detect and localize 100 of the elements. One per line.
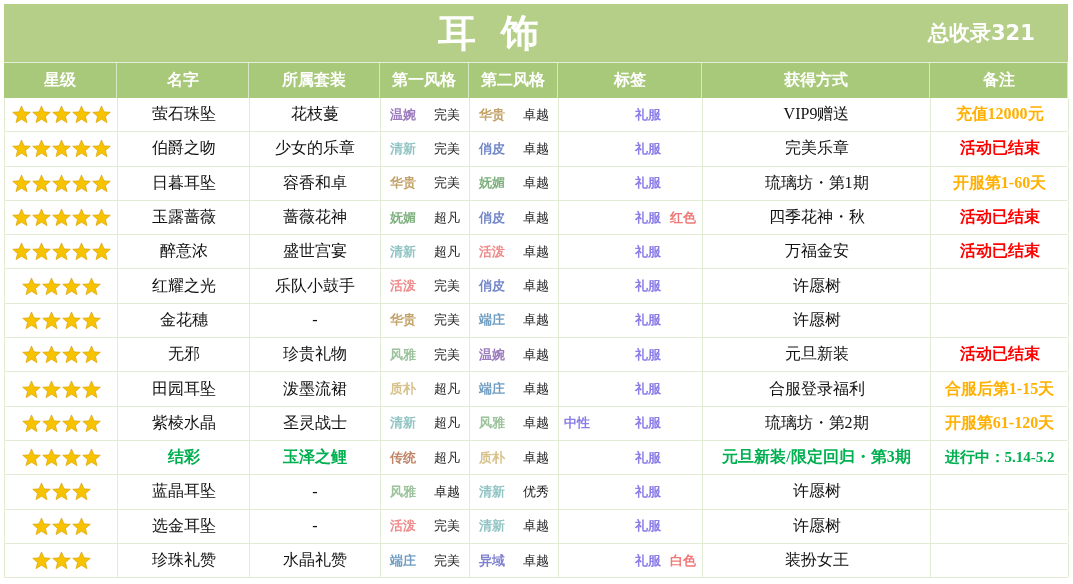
- column-header: 获得方式: [702, 63, 930, 98]
- style-tag: 清新: [470, 517, 514, 536]
- style-rating: 卓越: [522, 380, 550, 398]
- star-icon: [21, 276, 41, 296]
- style-rating: 卓越: [522, 345, 550, 364]
- star-icon: [71, 551, 91, 570]
- remark: 活动已结束: [959, 344, 1040, 365]
- star-icon: [31, 105, 51, 125]
- color-tag: 红色: [664, 208, 702, 227]
- star-icon: [61, 379, 81, 399]
- remark: 活动已结束: [959, 241, 1040, 262]
- star-icon: [81, 448, 101, 468]
- style-rating: 卓越: [522, 242, 550, 261]
- star-icon: [31, 516, 51, 536]
- style-tag: 俏皮: [470, 208, 514, 227]
- obtain-method: 装扮女王: [703, 543, 931, 578]
- star-icon: [41, 448, 61, 468]
- type-tag: 礼服: [632, 105, 664, 124]
- style-rating: 卓越: [522, 105, 550, 124]
- star-icon: [31, 242, 51, 262]
- item-name: 珍珠礼赞: [118, 543, 250, 578]
- type-tag: 礼服: [632, 139, 664, 158]
- obtain-method: 许愿树: [703, 509, 931, 543]
- style-tag: 质朴: [470, 448, 514, 467]
- star-icon: [91, 105, 111, 125]
- style-rating: 完美: [433, 174, 461, 193]
- star-icon: [21, 413, 41, 433]
- item-name: 选金耳坠: [118, 509, 250, 543]
- star-icon: [51, 516, 71, 536]
- obtain-method: VIP9赠送: [703, 98, 931, 132]
- suit-name: 花枝蔓: [250, 98, 381, 132]
- type-tag: 礼服: [632, 242, 664, 261]
- style-rating: 卓越: [522, 414, 550, 433]
- star-icon: [21, 448, 41, 468]
- star-icon: [11, 173, 31, 193]
- style-rating: 卓越: [522, 208, 550, 227]
- style-rating: 卓越: [522, 277, 550, 296]
- star-icon: [51, 242, 71, 262]
- star-icon: [81, 310, 101, 330]
- style-rating: 超凡: [433, 208, 461, 227]
- suit-name: 玉泽之鲤: [250, 440, 381, 475]
- star-icon: [41, 345, 61, 365]
- style-tag: 活泼: [470, 242, 514, 261]
- type-tag: 礼服: [632, 345, 664, 364]
- star-icon: [81, 345, 101, 365]
- obtain-method: 万福金安: [703, 235, 931, 269]
- item-name: 结彩: [118, 440, 250, 475]
- style-tag: 妩媚: [470, 174, 514, 193]
- suit-name: 水晶礼赞: [250, 543, 381, 578]
- style-rating: 卓越: [522, 174, 550, 193]
- style-tag: 华贵: [381, 311, 425, 330]
- style-tag: 清新: [381, 139, 425, 158]
- style-tag: 活泼: [381, 517, 425, 536]
- column-header: 备注: [930, 63, 1068, 98]
- star-icon: [61, 413, 81, 433]
- remark: 活动已结束: [959, 207, 1040, 228]
- item-name: 紫棱水晶: [118, 406, 250, 440]
- style-rating: 完美: [433, 345, 461, 364]
- gender-tag: 中性: [559, 414, 595, 433]
- star-icon: [31, 173, 51, 193]
- star-icon: [51, 208, 71, 228]
- star-icon: [81, 413, 101, 433]
- style-rating: 超凡: [433, 414, 461, 433]
- style-tag: 端庄: [381, 551, 425, 570]
- remark: 进行中：5.14-5.2: [944, 448, 1055, 468]
- star-icon: [11, 208, 31, 228]
- star-icon: [21, 345, 41, 365]
- style-rating: 超凡: [433, 242, 461, 261]
- star-icon: [11, 139, 31, 159]
- sheet-title: 耳 饰: [438, 8, 546, 57]
- star-icon: [51, 482, 71, 502]
- item-name: 金花穗: [118, 303, 250, 338]
- star-icon: [61, 345, 81, 365]
- star-icon: [41, 276, 61, 296]
- style-tag: 华贵: [381, 174, 425, 193]
- remark: 开服第1-60天: [952, 172, 1047, 193]
- style-rating: 完美: [433, 551, 461, 570]
- star-icon: [31, 139, 51, 159]
- style-tag: 传统: [381, 448, 425, 467]
- obtain-method: 许愿树: [703, 269, 931, 303]
- suit-name: 珍贵礼物: [250, 338, 381, 372]
- star-icon: [71, 173, 91, 193]
- item-name: 无邪: [118, 338, 250, 372]
- remark: 活动已结束: [959, 138, 1040, 159]
- obtain-method: 合服登录福利: [703, 372, 931, 406]
- obtain-method: 许愿树: [703, 303, 931, 338]
- style-tag: 风雅: [470, 414, 514, 433]
- item-name: 日暮耳坠: [118, 166, 250, 200]
- color-tag: 白色: [664, 551, 702, 570]
- style-rating: 完美: [433, 517, 461, 536]
- star-icon: [71, 516, 91, 536]
- obtain-method: 许愿树: [703, 475, 931, 509]
- item-name: 萤石珠坠: [118, 98, 250, 132]
- style-rating: 卓越: [522, 517, 550, 536]
- suit-name: -: [250, 475, 381, 509]
- star-icon: [21, 310, 41, 330]
- type-tag: 礼服: [632, 551, 664, 570]
- item-name: 醉意浓: [118, 235, 250, 269]
- style-tag: 质朴: [381, 380, 425, 398]
- suit-name: 蔷薇花神: [250, 200, 381, 235]
